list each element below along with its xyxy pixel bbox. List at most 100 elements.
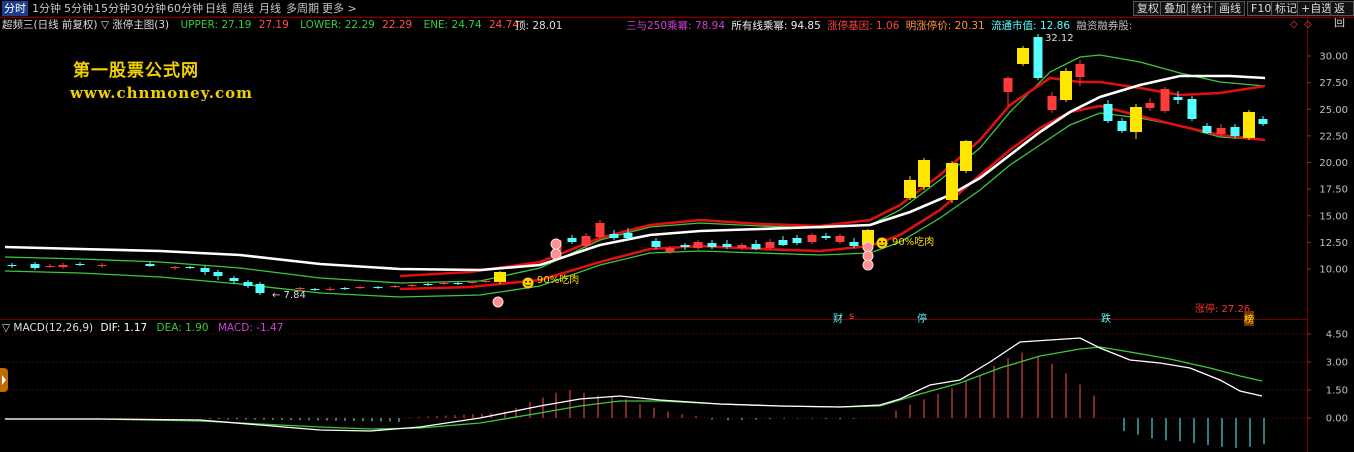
- candle-body: [229, 278, 239, 281]
- band-lower-red: [399, 104, 1266, 291]
- candle-body: [960, 141, 972, 171]
- price-tick-label: 15.00: [1319, 211, 1348, 222]
- candle-body: [765, 242, 775, 248]
- chart-canvas[interactable]: 30.00 27.50 25.00 22.50 20.00 17.50 15.00 12.50…: [0, 0, 1354, 452]
- price-tick-label: 10.00: [1319, 265, 1348, 276]
- candle-body: [439, 283, 449, 284]
- candle-body: [170, 267, 180, 268]
- smiley-eye: [879, 240, 881, 243]
- candle-body: [407, 285, 417, 286]
- flag-die[interactable]: 跌: [1101, 310, 1111, 325]
- candle-body: [651, 241, 661, 247]
- eat-label-2: 90%吃肉: [892, 237, 935, 248]
- signal-dot: [550, 238, 562, 250]
- eat-label-1: 90%吃肉: [537, 275, 580, 286]
- candle-body: [481, 281, 491, 282]
- macd-tick-label: 4.50: [1326, 330, 1348, 341]
- smiley-icon: [876, 237, 888, 249]
- candle-body: [665, 248, 675, 252]
- candle-body: [1230, 127, 1240, 136]
- flag-cai[interactable]: 财: [833, 310, 843, 325]
- limit-up-label: 涨停: 27.26: [1195, 304, 1251, 315]
- candle-body: [595, 223, 605, 237]
- candle-body: [1145, 103, 1155, 108]
- candle-body: [423, 284, 433, 285]
- flag-ting[interactable]: 停: [917, 310, 927, 325]
- candle-body: [1117, 121, 1127, 131]
- candle-body: [609, 234, 619, 238]
- candle-body: [340, 288, 350, 289]
- candle-body: [918, 160, 930, 187]
- candle-body: [97, 265, 107, 266]
- diamond-icon[interactable]: ◇: [1304, 19, 1312, 30]
- candle-body: [680, 245, 690, 247]
- candle-body: [355, 287, 365, 288]
- candle-body: [325, 289, 335, 290]
- price-tick-label: 27.50: [1319, 78, 1348, 89]
- diamond-icon[interactable]: ◇: [1290, 19, 1298, 30]
- candle-body: [1017, 48, 1029, 64]
- candle-body: [145, 264, 155, 266]
- candle-body: [792, 238, 802, 243]
- macd-tick-label: 3.00: [1326, 358, 1348, 369]
- candle-body: [390, 286, 400, 287]
- macd-tick-label: 0.00: [1326, 414, 1348, 425]
- brand-title: 第一股票公式网: [73, 61, 199, 81]
- low-price-mark: ← 7.84: [272, 290, 306, 301]
- candle-body: [1047, 96, 1057, 110]
- candle-body: [1173, 97, 1183, 100]
- candle-body: [1187, 99, 1197, 119]
- candle-body: [310, 289, 320, 290]
- smiley-icon: [522, 277, 534, 289]
- candle-body: [7, 265, 17, 266]
- candle-body: [807, 235, 817, 242]
- candle-body: [1103, 104, 1113, 121]
- high-price-mark: 32.12: [1045, 33, 1074, 44]
- candle-body: [623, 233, 633, 238]
- price-tick-label: 17.50: [1319, 185, 1348, 196]
- candle-body: [494, 272, 506, 282]
- candle-body: [581, 236, 591, 246]
- price-tick-label: 12.50: [1319, 238, 1348, 249]
- candle-body: [45, 266, 55, 267]
- candle-body: [904, 180, 916, 198]
- candle-body: [737, 245, 747, 248]
- candle-body: [467, 282, 477, 283]
- dif-line: [5, 337, 1263, 432]
- macd-tick-label: 1.50: [1326, 386, 1348, 397]
- candle-body: [295, 288, 305, 289]
- expand-arrow-icon[interactable]: [0, 368, 8, 392]
- candle-body: [58, 265, 68, 267]
- smiley-eye: [529, 280, 531, 283]
- candle-body: [30, 264, 40, 268]
- price-tick-label: 20.00: [1319, 158, 1348, 169]
- candle-body: [373, 287, 383, 288]
- candle-body: [255, 284, 265, 293]
- candle-body: [213, 272, 223, 276]
- signal-dot: [492, 296, 504, 308]
- candle-body: [185, 267, 195, 268]
- candle-body: [1243, 112, 1255, 138]
- candle-body: [722, 244, 732, 247]
- candle-body: [1216, 128, 1226, 134]
- candle-body: [200, 268, 210, 272]
- price-tick-label: 22.50: [1319, 131, 1348, 142]
- brand-url: www.chnmoney.com: [70, 84, 253, 102]
- candle-body: [1160, 89, 1170, 111]
- band-middle-white: [4, 74, 1266, 272]
- smiley-eye: [883, 240, 885, 243]
- candle-body: [849, 242, 859, 246]
- band-lower-green: [4, 112, 1266, 298]
- flag-bang[interactable]: 榜: [1244, 311, 1254, 326]
- candle-body: [707, 243, 717, 247]
- candle-body: [778, 240, 788, 245]
- dea-line: [5, 346, 1263, 430]
- signal-dot: [862, 259, 874, 271]
- candle-body: [1202, 126, 1212, 133]
- candle-body: [946, 163, 958, 200]
- candle-body: [835, 236, 845, 242]
- smiley-eye: [525, 280, 527, 283]
- candle-body: [243, 282, 253, 286]
- candle-body: [751, 244, 761, 249]
- flag-s[interactable]: s: [849, 311, 854, 322]
